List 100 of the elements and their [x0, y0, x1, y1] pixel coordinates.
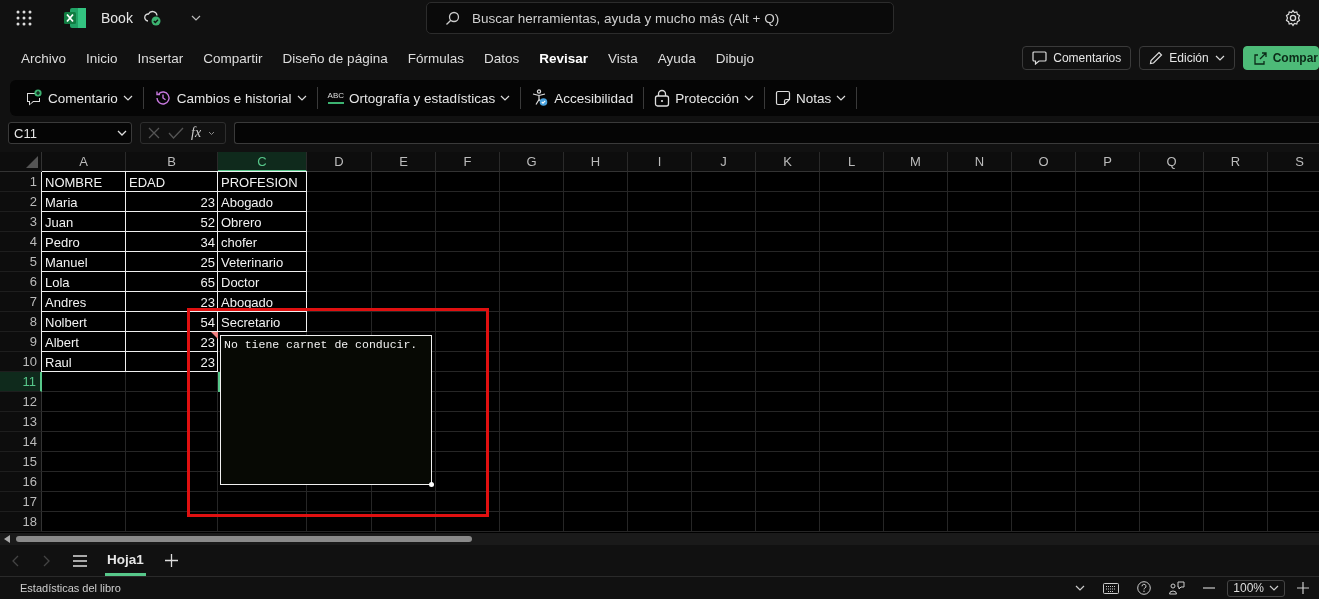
ribbon-tab[interactable]: Archivo — [11, 44, 76, 72]
row-header[interactable]: 15 — [0, 452, 42, 472]
ribbon-tab[interactable]: Insertar — [127, 44, 194, 72]
name-box[interactable]: C11 — [8, 122, 132, 144]
chevron-down-icon[interactable] — [1075, 585, 1086, 591]
search-field[interactable]: Buscar herramientas, ayuda y mucho más (Alt + Q) — [426, 2, 894, 34]
row-header[interactable]: 9 — [0, 332, 42, 352]
insert-function-button[interactable]: fx — [191, 125, 202, 141]
spreadsheet-logo-icon[interactable] — [64, 8, 86, 28]
column-header[interactable]: J — [692, 152, 756, 172]
search-input[interactable]: Buscar herramientas, ayuda y mucho más (Alt + Q) — [470, 9, 893, 27]
formula-input[interactable] — [234, 122, 1319, 144]
row-header[interactable]: 13 — [0, 412, 42, 432]
column-header[interactable]: S — [1268, 152, 1319, 172]
menu-icon[interactable] — [73, 554, 87, 567]
zoom-dropdown[interactable]: 100% — [1227, 579, 1285, 597]
sheet-tab[interactable]: Hoja1 — [105, 545, 146, 576]
column-header[interactable]: L — [820, 152, 884, 172]
ribbon-tab[interactable]: Ayuda — [647, 44, 706, 72]
table-cell: 54 — [126, 312, 218, 332]
column-header[interactable]: O — [1012, 152, 1076, 172]
scroll-left-icon[interactable] — [4, 535, 10, 543]
column-header[interactable]: K — [756, 152, 820, 172]
scrollbar-thumb[interactable] — [16, 536, 472, 542]
feedback-icon[interactable] — [1169, 581, 1186, 595]
table-cell: Lola — [42, 272, 126, 292]
ribbon-tab[interactable]: Vista — [598, 44, 648, 72]
row-header[interactable]: 16 — [0, 472, 42, 492]
chevron-down-icon — [1214, 55, 1225, 61]
column-header[interactable]: A — [42, 152, 126, 172]
checkmark-icon[interactable] — [168, 126, 184, 140]
zoom-in-icon[interactable] — [1297, 582, 1309, 594]
cancel-icon[interactable] — [147, 126, 161, 140]
toolbar-button[interactable]: ABC Ortografía y estadísticas — [324, 90, 514, 106]
row-header[interactable]: 2 — [0, 192, 42, 212]
table-cell: Juan — [42, 212, 126, 232]
table-cell: chofer — [218, 232, 307, 252]
add-sheet-icon[interactable] — [164, 554, 178, 567]
row-header[interactable]: 11 — [0, 372, 42, 392]
column-header[interactable]: R — [1204, 152, 1268, 172]
clock-history-icon — [153, 89, 172, 107]
toolbar-button[interactable]: Accesibilidad — [528, 89, 637, 107]
ribbon-tab[interactable]: Dibujo — [705, 44, 765, 72]
column-header[interactable]: C — [218, 152, 307, 172]
table-cell: 52 — [126, 212, 218, 232]
table-cell: Nolbert — [42, 312, 126, 332]
column-header[interactable]: Q — [1140, 152, 1204, 172]
table-cell: 23 — [126, 292, 218, 312]
editing-mode-button[interactable]: Edición — [1139, 46, 1235, 70]
row-header[interactable]: 1 — [0, 172, 42, 192]
ribbon-tab[interactable]: Inicio — [76, 44, 128, 72]
column-header[interactable]: M — [884, 152, 948, 172]
toolbar-button[interactable]: Notas — [771, 90, 850, 106]
ribbon-tab[interactable]: Fórmulas — [397, 44, 474, 72]
help-icon[interactable] — [1137, 581, 1152, 595]
chevron-down-icon — [296, 95, 307, 101]
row-header[interactable]: 14 — [0, 432, 42, 452]
row-header[interactable]: 6 — [0, 272, 42, 292]
active-cell-edge[interactable] — [218, 372, 220, 392]
column-header[interactable]: G — [500, 152, 564, 172]
table-cell: 34 — [126, 232, 218, 252]
settings-icon[interactable] — [1284, 9, 1302, 27]
ribbon-tab[interactable]: Revisar — [529, 44, 598, 72]
row-header[interactable]: 10 — [0, 352, 42, 372]
ribbon-tab[interactable]: Compartir — [193, 44, 273, 72]
row-header[interactable]: 5 — [0, 252, 42, 272]
ribbon-tab[interactable]: Diseño de página — [272, 44, 398, 72]
row-header[interactable]: 17 — [0, 492, 42, 512]
table-cell: Doctor — [218, 272, 307, 292]
keyboard-icon[interactable] — [1103, 582, 1120, 594]
table-cell: Abogado — [218, 192, 307, 212]
column-header[interactable]: P — [1076, 152, 1140, 172]
share-button[interactable]: Compar — [1242, 46, 1319, 70]
column-header[interactable]: D — [307, 152, 372, 172]
document-title[interactable]: Book — [101, 10, 133, 26]
table-cell: Manuel — [42, 252, 126, 272]
column-header[interactable]: H — [564, 152, 628, 172]
row-header[interactable]: 4 — [0, 232, 42, 252]
row-header[interactable]: 7 — [0, 292, 42, 312]
select-all-icon[interactable] — [26, 156, 38, 168]
row-header[interactable]: 12 — [0, 392, 42, 412]
table-cell: 25 — [126, 252, 218, 272]
chevron-down-icon[interactable] — [190, 15, 201, 21]
row-header[interactable]: 8 — [0, 312, 42, 332]
workbook-statistics-link[interactable]: Estadísticas del libro — [20, 582, 121, 594]
column-header[interactable]: E — [372, 152, 436, 172]
row-header[interactable]: 18 — [0, 512, 42, 532]
toolbar-button[interactable]: Cambios e historial — [150, 89, 310, 107]
ribbon-tab[interactable]: Datos — [473, 44, 530, 72]
column-header[interactable]: B — [126, 152, 218, 172]
comments-button[interactable]: Comentarios — [1022, 46, 1132, 70]
app-launcher-icon[interactable] — [16, 10, 32, 26]
table-cell: NOMBRE — [42, 172, 126, 192]
row-header[interactable]: 3 — [0, 212, 42, 232]
accessibility-icon — [531, 89, 550, 107]
toolbar-button[interactable]: Comentario — [22, 89, 136, 107]
column-header[interactable]: F — [436, 152, 500, 172]
toolbar-button[interactable]: Protección — [651, 89, 757, 107]
column-header[interactable]: N — [948, 152, 1012, 172]
column-header[interactable]: I — [628, 152, 692, 172]
